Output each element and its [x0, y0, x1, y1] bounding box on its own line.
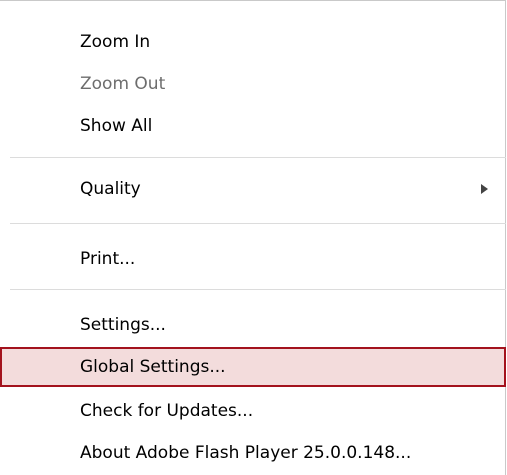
submenu-arrow-icon	[481, 184, 488, 194]
menu-item-label: About Adobe Flash Player 25.0.0.148...	[80, 443, 412, 463]
menu-item-quality[interactable]: Quality	[0, 171, 506, 207]
menu-item-zoom-out: Zoom Out	[0, 67, 506, 101]
menu-item-label: Show All	[80, 116, 153, 136]
menu-separator	[10, 157, 506, 158]
menu-separator	[10, 223, 506, 224]
menu-item-label: Global Settings...	[80, 357, 226, 377]
menu-item-label: Quality	[80, 179, 141, 199]
menu-item-label: Settings...	[80, 315, 166, 335]
menu-separator	[10, 289, 506, 290]
menu-item-print[interactable]: Print...	[0, 241, 506, 277]
menu-item-label: Check for Updates...	[80, 401, 254, 421]
menu-item-label: Zoom Out	[80, 74, 166, 94]
menu-item-about-flash-player[interactable]: About Adobe Flash Player 25.0.0.148...	[0, 435, 506, 471]
context-menu: Zoom In Zoom Out Show All Quality Print.…	[0, 0, 506, 475]
menu-item-label: Print...	[80, 249, 136, 269]
menu-item-global-settings[interactable]: Global Settings...	[0, 347, 506, 387]
menu-item-zoom-in[interactable]: Zoom In	[0, 25, 506, 59]
menu-item-settings[interactable]: Settings...	[0, 307, 506, 343]
menu-item-show-all[interactable]: Show All	[0, 109, 506, 143]
menu-item-label: Zoom In	[80, 32, 151, 52]
menu-item-check-for-updates[interactable]: Check for Updates...	[0, 393, 506, 429]
